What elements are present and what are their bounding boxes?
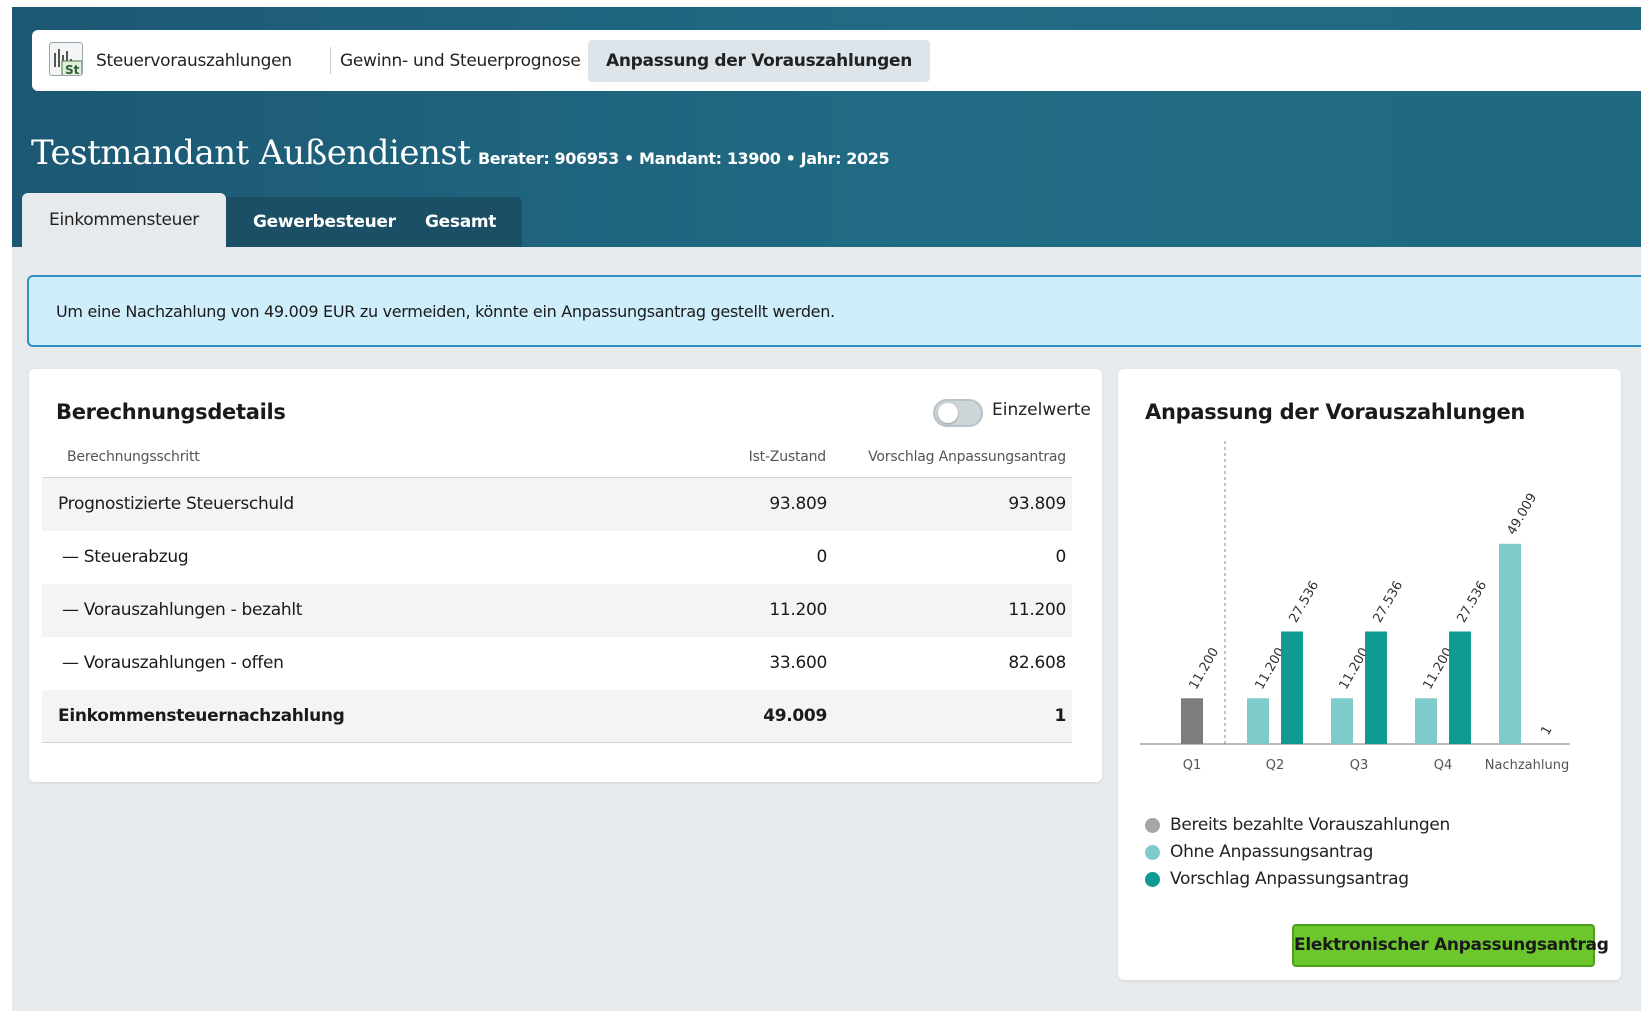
row-label: — Vorauszahlungen - bezahlt — [62, 600, 303, 620]
column-header-step: Berechnungsschritt — [67, 449, 200, 465]
x-tick-label-q4: Q4 — [1434, 758, 1453, 773]
x-tick-label-q2: Q2 — [1266, 758, 1285, 773]
nav-divider — [330, 47, 331, 74]
column-header-proposal: Vorschlag Anpassungsantrag — [868, 449, 1066, 465]
data-label-nachzahlung: 1 — [1538, 723, 1555, 738]
row-proposal-value: 0 — [1055, 547, 1066, 567]
table-row-total: Einkommensteuernachzahlung 49.009 1 — [42, 690, 1072, 743]
nav-item-gewinn-und-steuerprognose[interactable]: Gewinn- und Steuerprognose — [340, 40, 581, 82]
svg-text:St: St — [65, 63, 80, 76]
app-frame: St Steuervorauszahlungen Gewinn- und Ste… — [12, 7, 1641, 1011]
row-proposal-value: 93.809 — [1008, 494, 1066, 514]
legend-item-paid: Bereits bezahlte Vorauszahlungen — [1145, 812, 1450, 839]
table-row: — Vorauszahlungen - bezahlt 11.200 11.20… — [42, 584, 1072, 637]
nav-item-steuervorauszahlungen[interactable]: Steuervorauszahlungen — [96, 40, 292, 82]
calculation-details-title: Berechnungsdetails — [56, 400, 286, 424]
table-row: Prognostizierte Steuerschuld 93.809 93.8… — [42, 478, 1072, 531]
table-row: — Vorauszahlungen - offen 33.600 82.608 — [42, 637, 1072, 690]
chart-title: Anpassung der Vorauszahlungen — [1145, 400, 1526, 424]
legend-dot-proposal — [1145, 872, 1160, 887]
legend-label-proposal: Vorschlag Anpassungsantrag — [1170, 869, 1409, 889]
data-label-q1: 11.200 — [1186, 645, 1222, 692]
data-label-q3: 27.536 — [1370, 579, 1406, 626]
bar-nachzahlung-without — [1499, 543, 1521, 744]
row-label: — Steuerabzug — [62, 547, 189, 567]
nav-item-anpassung-der-vorauszahlungen[interactable]: Anpassung der Vorauszahlungen — [588, 40, 931, 82]
legend-dot-paid — [1145, 818, 1160, 833]
row-proposal-value: 1 — [1054, 706, 1066, 726]
client-meta: Berater: 906953 • Mandant: 13900 • Jahr:… — [478, 149, 890, 168]
legend-label-without: Ohne Anpassungsantrag — [1170, 842, 1374, 862]
info-alert: Um eine Nachzahlung von 49.009 EUR zu ve… — [27, 275, 1641, 347]
electronic-adjustment-request-button[interactable]: Elektronischer Anpassungsantrag — [1292, 924, 1609, 967]
bar-q1-paid — [1181, 698, 1203, 744]
legend-label-paid: Bereits bezahlte Vorauszahlungen — [1170, 815, 1451, 835]
row-actual-value: 49.009 — [763, 706, 827, 726]
legend-item-without: Ohne Anpassungsantrag — [1145, 839, 1450, 866]
prepayment-adjustment-card: Anpassung der Vorauszahlungen 11.200 Q1 11… — [1118, 369, 1621, 980]
alert-message: Um eine Nachzahlung von 49.009 EUR zu ve… — [56, 302, 835, 321]
row-actual-value: 11.200 — [769, 600, 827, 620]
single-values-toggle[interactable] — [933, 399, 983, 427]
chart-svg: 11.200Q111.20027.536Q211.20027.536Q311.2… — [1140, 441, 1570, 773]
tab-gesamt[interactable]: Gesamt — [425, 197, 496, 247]
column-header-actual: Ist-Zustand — [748, 449, 827, 465]
chart-legend: Bereits bezahlte Vorauszahlungen Ohne An… — [1145, 812, 1450, 893]
x-tick-label-q1: Q1 — [1183, 758, 1202, 773]
bar-q4-proposal — [1449, 631, 1471, 744]
data-label-q2: 27.536 — [1286, 579, 1322, 626]
toggle-knob — [938, 403, 958, 423]
tab-gewerbesteuer[interactable]: Gewerbesteuer — [253, 197, 396, 247]
bar-q3-without — [1331, 698, 1353, 744]
tab-einkommensteuer[interactable]: Einkommensteuer — [22, 193, 226, 247]
prepayment-chart: 11.200 Q1 11.200 27.536 Q2 11.200 27.536 Q3 11.2… — [1140, 439, 1600, 779]
row-label: Einkommensteuernachzahlung — [58, 706, 345, 726]
legend-item-proposal: Vorschlag Anpassungsantrag — [1145, 866, 1450, 893]
x-tick-label-q3: Q3 — [1350, 758, 1369, 773]
bar-q4-without — [1415, 698, 1437, 744]
tax-app-icon: St — [49, 42, 83, 76]
x-tick-label-nachzahlung: Nachzahlung — [1485, 758, 1569, 773]
bar-q2-proposal — [1281, 631, 1303, 744]
calculation-details-card: Berechnungsdetails Einzelwerte Berechnun… — [29, 369, 1102, 782]
legend-dot-without — [1145, 845, 1160, 860]
row-actual-value: 0 — [816, 547, 827, 567]
bar-q3-proposal — [1365, 631, 1387, 744]
row-label: Prognostizierte Steuerschuld — [58, 494, 294, 514]
row-actual-value: 93.809 — [769, 494, 827, 514]
table-row: — Steuerabzug 0 0 — [42, 531, 1072, 584]
row-proposal-value: 11.200 — [1008, 600, 1066, 620]
row-proposal-value: 82.608 — [1008, 653, 1066, 673]
bar-q2-without — [1247, 698, 1269, 744]
top-navigation: St Steuervorauszahlungen Gewinn- und Ste… — [32, 30, 1641, 91]
row-actual-value: 33.600 — [769, 653, 827, 673]
data-label-q4: 27.536 — [1454, 579, 1490, 626]
data-label-nachzahlung: 49.009 — [1504, 491, 1540, 538]
single-values-toggle-label: Einzelwerte — [992, 400, 1091, 420]
row-label: — Vorauszahlungen - offen — [62, 653, 284, 673]
client-name: Testmandant Außendienst — [31, 133, 471, 173]
